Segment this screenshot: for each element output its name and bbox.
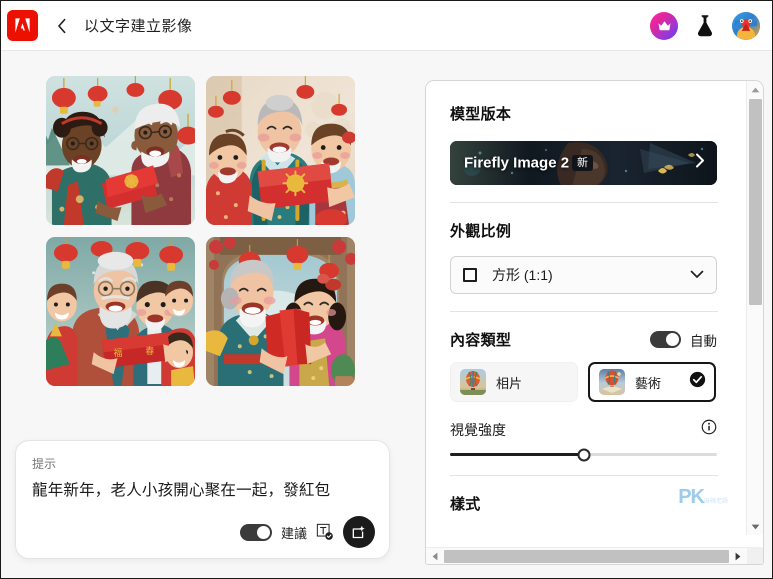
generated-images-grid: 福春: [46, 76, 368, 386]
top-bar-actions: [650, 11, 772, 40]
page-title: 以文字建立影像: [84, 18, 193, 35]
settings-panel-content: 模型版本 Firefly Image 2 新 外觀比例 方形 (1:1) 內容類…: [426, 81, 742, 535]
aspect-ratio-dropdown[interactable]: 方形 (1:1): [450, 256, 717, 294]
svg-text:福: 福: [114, 347, 123, 358]
content-type-cards: 相片 藝術: [450, 362, 717, 402]
generated-image-1[interactable]: [46, 76, 195, 225]
check-circle-icon: [689, 371, 706, 393]
settings-panel: 模型版本 Firefly Image 2 新 外觀比例 方形 (1:1) 內容類…: [425, 80, 764, 565]
generated-image-2[interactable]: [206, 76, 355, 225]
top-bar: 以文字建立影像: [1, 1, 772, 51]
prompt-label: 提示: [32, 457, 57, 471]
art-balloon-thumb: [599, 369, 625, 395]
svg-text:春: 春: [145, 345, 154, 356]
scroll-left-arrow[interactable]: [426, 548, 443, 564]
aspect-ratio-value: 方形 (1:1): [492, 267, 553, 283]
adobe-logo[interactable]: [7, 10, 38, 41]
crown-icon[interactable]: [650, 11, 678, 40]
model-new-badge: 新: [572, 154, 593, 172]
user-avatar[interactable]: [732, 11, 760, 40]
scrollbar-corner: [747, 547, 763, 564]
flask-icon[interactable]: [692, 12, 718, 40]
generated-image-3[interactable]: 福春: [46, 237, 195, 386]
chevron-left-icon: [58, 18, 66, 33]
content-type-card-art[interactable]: 藝術: [588, 362, 716, 402]
prompt-card[interactable]: 提示 龍年新年，老人小孩開心聚在一起，發紅包 建議: [15, 440, 390, 559]
section-title-aspect-ratio: 外觀比例: [450, 223, 512, 240]
auto-toggle[interactable]: [650, 331, 681, 348]
firefly-app-window: 以文字建立影像 福 春 提示 龍年新年，老人小孩開心聚在一起，發紅包 建議 模型…: [0, 0, 773, 579]
section-title-model-version: 模型版本: [450, 106, 512, 123]
visual-intensity-header: 視覺強度: [450, 419, 717, 440]
chevron-right-icon: [695, 153, 706, 173]
text-effect-icon[interactable]: [316, 523, 334, 541]
content-type-label-art: 藝術: [635, 375, 662, 391]
visual-intensity-label: 視覺強度: [450, 421, 506, 438]
suggestions-label: 建議: [280, 525, 307, 541]
chevron-down-icon: [690, 266, 704, 284]
horizontal-scroll-thumb[interactable]: [444, 550, 729, 563]
divider-2: [450, 311, 718, 312]
divider-1: [450, 202, 718, 203]
generate-sparkle-icon: [352, 525, 365, 538]
square-icon: [463, 268, 477, 282]
model-version-label: Firefly Image 2: [464, 154, 570, 172]
scroll-down-arrow[interactable]: [747, 518, 763, 535]
prompt-input[interactable]: 龍年新年，老人小孩開心聚在一起，發紅包: [32, 481, 373, 502]
section-title-content-type: 內容類型: [450, 332, 512, 349]
panel-vertical-scrollbar[interactable]: [746, 81, 763, 535]
panel-horizontal-scrollbar[interactable]: [426, 547, 763, 564]
prompt-actions: 建議: [239, 516, 375, 548]
photo-balloon-thumb: [460, 369, 486, 395]
content-type-card-photo[interactable]: 相片: [450, 362, 578, 402]
generated-image-4[interactable]: [206, 237, 355, 386]
scroll-up-arrow[interactable]: [747, 81, 763, 98]
slider-thumb[interactable]: [577, 448, 590, 461]
content-type-label-photo: 相片: [496, 375, 523, 391]
suggestions-toggle[interactable]: [239, 523, 272, 541]
auto-label: 自動: [690, 333, 717, 349]
vertical-scroll-thumb[interactable]: [749, 99, 762, 305]
content-type-header: 內容類型 自動: [450, 329, 717, 350]
scroll-right-arrow[interactable]: [729, 548, 746, 564]
visual-intensity-slider[interactable]: [450, 448, 717, 461]
divider-3: [450, 475, 718, 476]
info-icon[interactable]: [701, 419, 717, 440]
generate-button[interactable]: [343, 516, 375, 548]
back-button[interactable]: [48, 11, 76, 41]
section-title-style: 樣式: [450, 496, 481, 513]
slider-fill: [450, 453, 584, 456]
model-version-banner[interactable]: Firefly Image 2 新: [450, 141, 717, 185]
